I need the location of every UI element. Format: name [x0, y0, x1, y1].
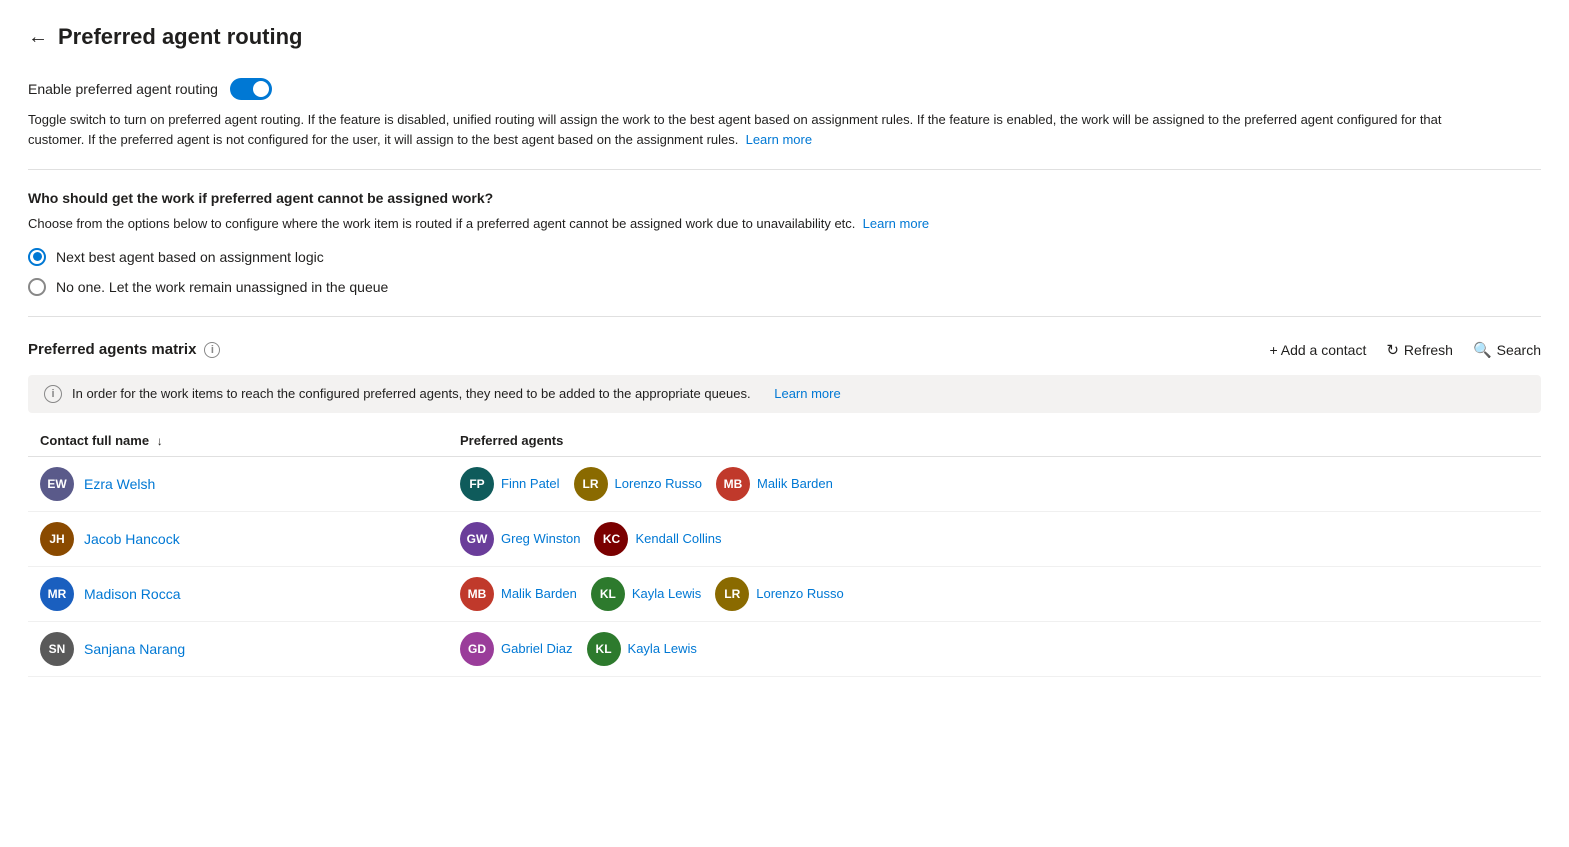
- agent-item: GD Gabriel Diaz: [460, 632, 573, 666]
- col-contact-header: Contact full name ↓: [40, 433, 460, 448]
- agent-item: KL Kayla Lewis: [587, 632, 697, 666]
- table-row: SN Sanjana Narang GD Gabriel Diaz KL Kay…: [28, 622, 1541, 677]
- toggle-section: Enable preferred agent routing Toggle sw…: [28, 78, 1541, 149]
- table-row: JH Jacob Hancock GW Greg Winston KC Kend…: [28, 512, 1541, 567]
- agent-item: MB Malik Barden: [460, 577, 577, 611]
- agent-avatar: MB: [460, 577, 494, 611]
- agent-avatar: LR: [715, 577, 749, 611]
- contact-name-3[interactable]: Sanjana Narang: [84, 641, 185, 657]
- agent-item: GW Greg Winston: [460, 522, 580, 556]
- contact-name-2[interactable]: Madison Rocca: [84, 586, 181, 602]
- matrix-title-group: Preferred agents matrix i: [28, 341, 220, 358]
- agents-cell-1: GW Greg Winston KC Kendall Collins: [460, 522, 1529, 556]
- radio-circle-2: [28, 278, 46, 296]
- agent-item: FP Finn Patel: [460, 467, 560, 501]
- agent-item: LR Lorenzo Russo: [715, 577, 843, 611]
- search-icon: 🔍: [1473, 341, 1492, 359]
- notice-icon: i: [44, 385, 62, 403]
- refresh-icon: ↻: [1386, 341, 1399, 359]
- notice-learn-more-link[interactable]: Learn more: [774, 386, 840, 401]
- agent-name[interactable]: Greg Winston: [501, 531, 580, 546]
- sort-arrow-icon: ↓: [157, 434, 163, 448]
- table-row: MR Madison Rocca MB Malik Barden KL Kayl…: [28, 567, 1541, 622]
- agent-item: LR Lorenzo Russo: [574, 467, 702, 501]
- avatar-2: MR: [40, 577, 74, 611]
- agent-name[interactable]: Kayla Lewis: [628, 641, 697, 656]
- matrix-info-icon[interactable]: i: [204, 342, 220, 358]
- agent-avatar: KC: [594, 522, 628, 556]
- toggle-description: Toggle switch to turn on preferred agent…: [28, 110, 1488, 149]
- avatar-0: EW: [40, 467, 74, 501]
- contact-cell-1: JH Jacob Hancock: [40, 522, 460, 556]
- matrix-header: Preferred agents matrix i + Add a contac…: [28, 337, 1541, 359]
- radio-option-2[interactable]: No one. Let the work remain unassigned i…: [28, 278, 1541, 296]
- page-title: Preferred agent routing: [58, 24, 302, 50]
- refresh-button[interactable]: ↻ Refresh: [1386, 341, 1453, 359]
- col-agents-header: Preferred agents: [460, 433, 1529, 448]
- avatar-3: SN: [40, 632, 74, 666]
- agents-cell-0: FP Finn Patel LR Lorenzo Russo MB Malik …: [460, 467, 1529, 501]
- page-container: ← Preferred agent routing Enable preferr…: [0, 0, 1569, 847]
- matrix-section: Preferred agents matrix i + Add a contac…: [28, 337, 1541, 677]
- agent-item: MB Malik Barden: [716, 467, 833, 501]
- page-header: ← Preferred agent routing: [28, 24, 1541, 50]
- agent-item: KC Kendall Collins: [594, 522, 721, 556]
- agent-name[interactable]: Gabriel Diaz: [501, 641, 573, 656]
- contact-name-0[interactable]: Ezra Welsh: [84, 476, 155, 492]
- add-contact-button[interactable]: + Add a contact: [1269, 342, 1366, 358]
- agent-name[interactable]: Kayla Lewis: [632, 586, 701, 601]
- radio-label-2: No one. Let the work remain unassigned i…: [56, 279, 388, 295]
- agent-name[interactable]: Kendall Collins: [635, 531, 721, 546]
- radio-label-1: Next best agent based on assignment logi…: [56, 249, 324, 265]
- matrix-actions: + Add a contact ↻ Refresh 🔍 Search: [1269, 341, 1541, 359]
- agent-name[interactable]: Lorenzo Russo: [615, 476, 702, 491]
- contacts-table: Contact full name ↓ Preferred agents EW …: [28, 425, 1541, 677]
- agent-avatar: LR: [574, 467, 608, 501]
- matrix-title: Preferred agents matrix: [28, 341, 196, 358]
- notice-text: In order for the work items to reach the…: [72, 386, 751, 401]
- divider-1: [28, 169, 1541, 170]
- toggle-learn-more-link[interactable]: Learn more: [746, 132, 812, 147]
- agent-item: KL Kayla Lewis: [591, 577, 701, 611]
- routing-description: Choose from the options below to configu…: [28, 214, 1488, 234]
- radio-circle-1: [28, 248, 46, 266]
- agent-name[interactable]: Malik Barden: [757, 476, 833, 491]
- enable-toggle[interactable]: [230, 78, 272, 100]
- agent-avatar: KL: [587, 632, 621, 666]
- search-button[interactable]: 🔍 Search: [1473, 341, 1541, 359]
- contact-cell-2: MR Madison Rocca: [40, 577, 460, 611]
- agent-name[interactable]: Malik Barden: [501, 586, 577, 601]
- agent-name[interactable]: Finn Patel: [501, 476, 560, 491]
- routing-section: Who should get the work if preferred age…: [28, 190, 1541, 296]
- contact-name-1[interactable]: Jacob Hancock: [84, 531, 180, 547]
- agents-cell-3: GD Gabriel Diaz KL Kayla Lewis: [460, 632, 1529, 666]
- table-row: EW Ezra Welsh FP Finn Patel LR Lorenzo R…: [28, 457, 1541, 512]
- agent-avatar: GD: [460, 632, 494, 666]
- agent-name[interactable]: Lorenzo Russo: [756, 586, 843, 601]
- toggle-label: Enable preferred agent routing: [28, 81, 218, 97]
- agent-avatar: KL: [591, 577, 625, 611]
- radio-group: Next best agent based on assignment logi…: [28, 248, 1541, 296]
- radio-option-1[interactable]: Next best agent based on assignment logi…: [28, 248, 1541, 266]
- routing-section-title: Who should get the work if preferred age…: [28, 190, 1541, 206]
- agent-avatar: FP: [460, 467, 494, 501]
- agent-avatar: GW: [460, 522, 494, 556]
- agent-avatar: MB: [716, 467, 750, 501]
- contact-cell-0: EW Ezra Welsh: [40, 467, 460, 501]
- routing-learn-more-link[interactable]: Learn more: [863, 216, 929, 231]
- contact-cell-3: SN Sanjana Narang: [40, 632, 460, 666]
- avatar-1: JH: [40, 522, 74, 556]
- table-header: Contact full name ↓ Preferred agents: [28, 425, 1541, 457]
- notice-bar: i In order for the work items to reach t…: [28, 375, 1541, 413]
- agents-cell-2: MB Malik Barden KL Kayla Lewis LR Lorenz…: [460, 577, 1529, 611]
- divider-2: [28, 316, 1541, 317]
- toggle-row: Enable preferred agent routing: [28, 78, 1541, 100]
- back-button[interactable]: ←: [28, 26, 48, 49]
